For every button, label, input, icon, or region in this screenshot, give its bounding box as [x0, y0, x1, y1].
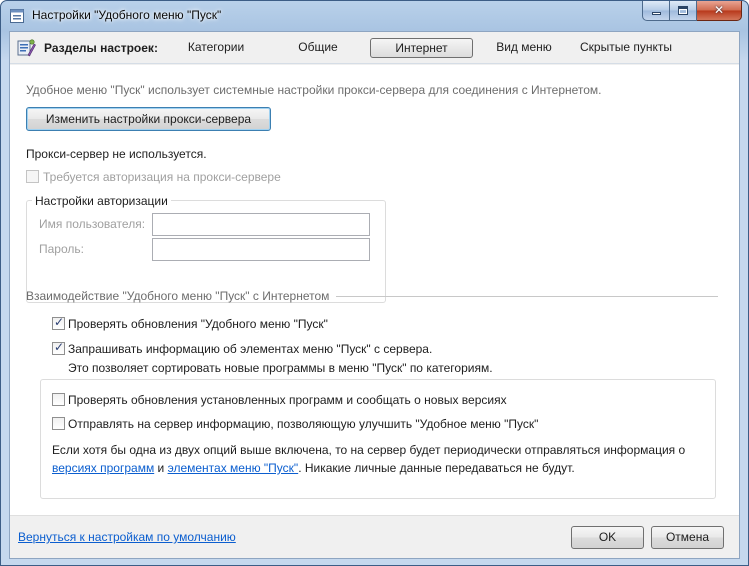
maximize-icon — [678, 6, 688, 15]
window-controls: ✕ — [642, 1, 742, 21]
sections-label: Разделы настроек: — [44, 41, 158, 55]
sections-bar: Разделы настроек: Категории Общие Интерн… — [10, 32, 739, 64]
privacy-note-and: и — [154, 461, 168, 475]
check-installed-checkbox[interactable] — [52, 393, 65, 406]
check-updates-checkbox[interactable]: ✓ — [52, 315, 65, 330]
program-versions-link[interactable]: версиях программ — [52, 461, 154, 475]
auth-required-label: Требуется авторизация на прокси-сервере — [43, 170, 281, 184]
cancel-button[interactable]: Отмена — [651, 526, 724, 549]
username-label: Имя пользователя: — [39, 217, 146, 231]
interaction-separator — [336, 296, 718, 297]
password-label: Пароль: — [39, 242, 84, 256]
request-info-checkbox[interactable]: ✓ — [52, 340, 65, 355]
ok-button[interactable]: OK — [571, 526, 644, 549]
settings-tools-icon — [17, 39, 36, 57]
request-info-label: Запрашивать информацию об элементах меню… — [68, 342, 433, 356]
send-info-checkbox[interactable] — [52, 417, 65, 430]
minimize-icon — [652, 12, 661, 15]
send-info-label: Отправлять на сервер информацию, позволя… — [68, 417, 539, 431]
title-bar[interactable]: Настройки "Удобного меню "Пуск" ✕ — [1, 1, 748, 31]
tab-categories[interactable]: Категории — [178, 38, 254, 58]
privacy-note-line1: Если хотя бы одна из двух опций выше вкл… — [52, 443, 686, 457]
interaction-legend: Взаимодействие "Удобного меню "Пуск" с И… — [26, 289, 330, 303]
tab-hidden-items[interactable]: Скрытые пункты — [576, 38, 676, 58]
checkmark-icon: ✓ — [54, 340, 65, 354]
reset-defaults-link[interactable]: Вернуться к настройкам по умолчанию — [18, 530, 236, 544]
tab-menu-view[interactable]: Вид меню — [490, 38, 558, 58]
close-icon: ✕ — [713, 3, 725, 17]
settings-window: Настройки "Удобного меню "Пуск" ✕ Раздел… — [0, 0, 749, 566]
app-icon — [10, 9, 24, 23]
tab-internet[interactable]: Интернет — [370, 38, 473, 58]
auth-settings-legend: Настройки авторизации — [32, 194, 171, 208]
client-area: Разделы настроек: Категории Общие Интерн… — [9, 31, 740, 559]
password-field[interactable] — [152, 238, 370, 261]
tab-general[interactable]: Общие — [286, 38, 350, 58]
window-title: Настройки "Удобного меню "Пуск" — [32, 8, 222, 22]
check-installed-label: Проверять обновления установленных прогр… — [68, 393, 507, 407]
username-input[interactable] — [153, 214, 369, 235]
request-info-note: Это позволяет сортировать новые программ… — [68, 361, 493, 375]
privacy-note-tail: . Никакие личные данные передаваться не … — [298, 461, 575, 475]
check-updates-label: Проверять обновления "Удобного меню "Пус… — [68, 317, 328, 331]
password-input[interactable] — [153, 239, 369, 260]
maximize-button[interactable] — [670, 1, 697, 21]
checkmark-icon: ✓ — [54, 315, 65, 329]
change-proxy-button[interactable]: Изменить настройки прокси-сервера — [26, 107, 271, 131]
privacy-note-line2: версиях программ и элементах меню "Пуск"… — [52, 461, 575, 475]
proxy-intro-text: Удобное меню "Пуск" использует системные… — [26, 83, 602, 97]
internet-panel: Удобное меню "Пуск" использует системные… — [10, 65, 739, 516]
username-field[interactable] — [152, 213, 370, 236]
proxy-status-text: Прокси-сервер не используется. — [26, 147, 207, 161]
minimize-button[interactable] — [642, 1, 670, 21]
start-menu-items-link[interactable]: элементах меню "Пуск" — [168, 461, 299, 475]
close-button[interactable]: ✕ — [697, 1, 742, 21]
auth-required-checkbox[interactable] — [26, 170, 39, 183]
